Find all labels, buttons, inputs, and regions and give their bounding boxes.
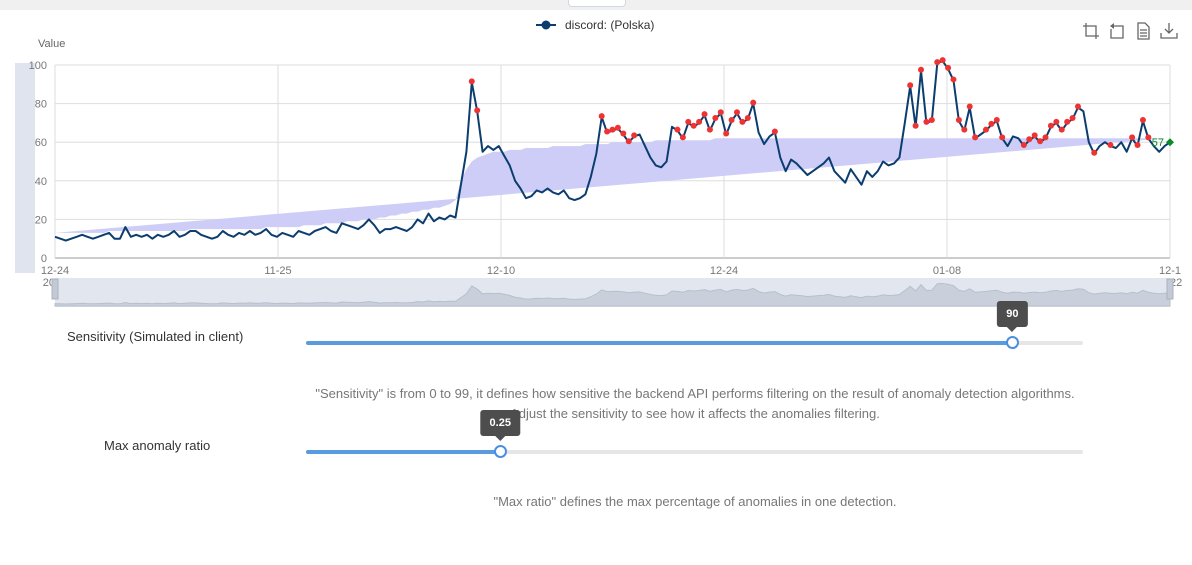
anomaly-point xyxy=(955,116,962,123)
anomaly-point xyxy=(728,116,735,123)
anomaly-point xyxy=(1069,115,1076,122)
anomaly-point xyxy=(928,116,935,123)
x-tick-day-label: 12-24 xyxy=(41,265,69,277)
anomaly-point xyxy=(950,76,957,83)
anomaly-point xyxy=(972,134,979,141)
anomaly-point xyxy=(706,126,713,133)
anomaly-point xyxy=(604,128,611,135)
anomaly-point xyxy=(939,57,946,64)
anomaly-point xyxy=(1134,142,1141,149)
x-tick-day-label: 12-10 xyxy=(487,265,515,277)
anomaly-point xyxy=(945,64,952,71)
anomaly-point xyxy=(750,99,757,106)
anomaly-point xyxy=(723,130,730,137)
anomaly-point xyxy=(912,122,919,129)
anomaly-point xyxy=(739,118,746,125)
y-tick-label: 80 xyxy=(35,99,47,111)
anomaly-point xyxy=(1047,122,1054,129)
anomaly-point xyxy=(614,124,621,131)
anomaly-point xyxy=(717,109,724,116)
sensitivity-value-tooltip: 90 xyxy=(997,301,1028,332)
anomaly-point xyxy=(625,138,632,145)
max-ratio-slider-fill xyxy=(306,450,501,454)
anomaly-point xyxy=(993,116,1000,123)
anomaly-point xyxy=(1026,136,1033,143)
max-ratio-slider-thumb[interactable] xyxy=(493,444,507,458)
anomaly-point xyxy=(598,113,605,120)
anomaly-point xyxy=(1074,103,1081,110)
y-tick-label: 40 xyxy=(35,176,47,188)
y-tick-label: 60 xyxy=(35,137,47,149)
anomaly-point xyxy=(988,120,995,127)
x-tick-day-label: 12-24 xyxy=(710,265,738,277)
save-image-icon[interactable] xyxy=(1160,22,1178,40)
anomaly-point xyxy=(631,132,638,139)
anomaly-point xyxy=(1139,116,1146,123)
anomaly-point xyxy=(999,134,1006,141)
datazoom-right-handle[interactable] xyxy=(1166,278,1174,300)
sensitivity-slider-thumb[interactable] xyxy=(1005,335,1019,349)
legend-label: discord: (Polska) xyxy=(565,18,654,32)
legend[interactable]: discord: (Polska) xyxy=(536,18,654,32)
anomaly-point xyxy=(1037,138,1044,145)
sensitivity-help-text: "Sensitivity" is from 0 to 99, it define… xyxy=(315,386,1075,421)
legend-marker-icon xyxy=(541,20,551,30)
current-value-label: 57 xyxy=(1152,137,1164,149)
anomaly-point xyxy=(771,128,778,135)
x-tick-day-label: 11-25 xyxy=(264,265,291,277)
anomaly-point xyxy=(1145,134,1152,141)
anomaly-point xyxy=(907,82,914,89)
anomaly-point xyxy=(1107,142,1114,149)
datazoom-left-handle[interactable] xyxy=(51,278,59,300)
sensitivity-slider[interactable] xyxy=(306,335,1083,349)
x-tick-day-label: 01-08 xyxy=(933,265,961,277)
y-tick-label: 20 xyxy=(35,214,47,226)
zoom-icon[interactable] xyxy=(1082,22,1100,40)
anomaly-point xyxy=(620,130,627,137)
sensitivity-label: Sensitivity (Simulated in client) xyxy=(67,329,244,344)
anomaly-point xyxy=(982,126,989,133)
anomaly-point xyxy=(1031,132,1038,139)
data-view-icon[interactable] xyxy=(1134,22,1152,40)
anomaly-point xyxy=(1129,134,1136,141)
anomaly-point xyxy=(696,118,703,125)
anomaly-point xyxy=(923,118,930,125)
sensitivity-slider-fill xyxy=(306,341,1013,345)
y-tick-label: 100 xyxy=(29,60,47,72)
anomaly-point xyxy=(474,107,481,114)
x-tick-day-label: 12-1 xyxy=(1159,265,1181,277)
anomaly-point xyxy=(733,109,740,116)
anomaly-point xyxy=(961,126,968,133)
anomaly-point xyxy=(609,126,616,133)
anomaly-point xyxy=(744,115,751,122)
anomaly-point xyxy=(674,126,681,133)
confidence-band xyxy=(55,138,1165,233)
anomaly-point xyxy=(701,111,708,118)
anomaly-point xyxy=(1042,134,1049,141)
toolbox xyxy=(1082,22,1178,40)
anomaly-point xyxy=(712,115,719,122)
anomaly-point xyxy=(1053,118,1060,125)
y-datazoom-slider[interactable] xyxy=(15,63,35,273)
anomaly-point xyxy=(1058,126,1065,133)
anomaly-point xyxy=(1020,142,1027,149)
max-ratio-slider[interactable] xyxy=(306,444,1083,458)
anomaly-chart: discord: (Polska) Value 0 20 40 60 80 100 12-… xyxy=(15,18,1182,307)
y-tick-label: 0 xyxy=(41,253,47,265)
anomaly-point xyxy=(966,103,973,110)
anomaly-point xyxy=(918,66,925,73)
anomaly-point xyxy=(934,59,941,66)
anomaly-point xyxy=(685,118,692,125)
anomaly-point xyxy=(468,78,475,85)
zoom-reset-icon[interactable] xyxy=(1108,22,1126,40)
max-ratio-label: Max anomaly ratio xyxy=(104,438,211,453)
y-axis-title: Value xyxy=(38,38,65,50)
max-ratio-help-text: "Max ratio" defines the max percentage o… xyxy=(493,494,897,509)
anomaly-point xyxy=(690,122,697,129)
anomaly-point xyxy=(1091,149,1098,156)
anomaly-point xyxy=(679,134,686,141)
anomaly-point xyxy=(1064,118,1071,125)
current-point: 57 xyxy=(1152,137,1174,149)
max-ratio-value-tooltip: 0.25 xyxy=(480,410,520,441)
